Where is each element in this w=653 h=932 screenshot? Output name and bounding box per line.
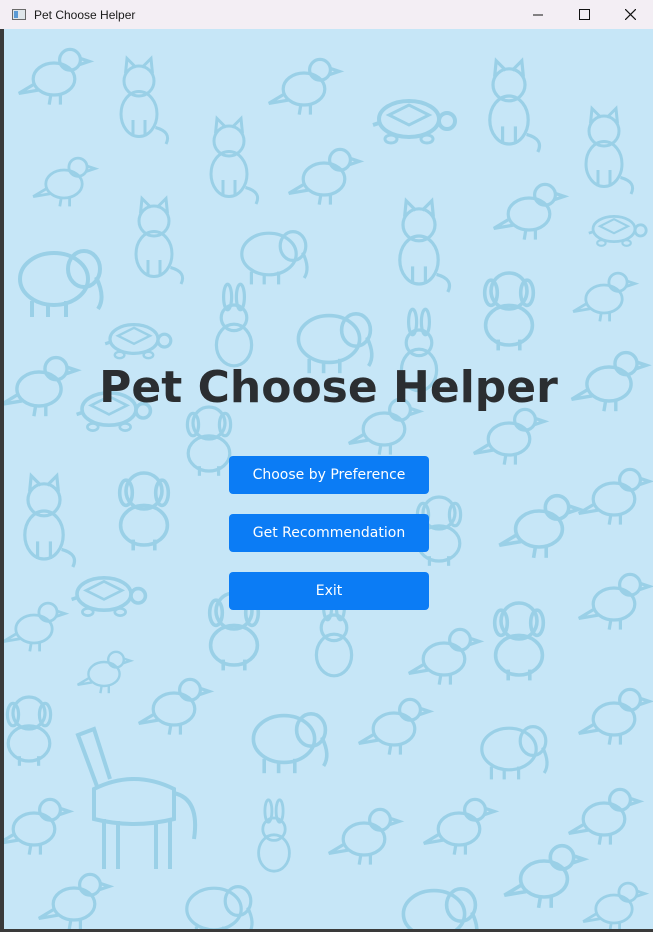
- maximize-button[interactable]: [561, 0, 607, 29]
- title-bar[interactable]: Pet Choose Helper: [0, 0, 653, 29]
- minimize-button[interactable]: [515, 0, 561, 29]
- choose-by-preference-button[interactable]: Choose by Preference: [229, 456, 429, 494]
- exit-button[interactable]: Exit: [229, 572, 429, 610]
- app-window: Pet Choose Helper Pet Choose Helper Choo…: [0, 0, 653, 932]
- get-recommendation-button[interactable]: Get Recommendation: [229, 514, 429, 552]
- maximize-icon: [578, 9, 590, 20]
- app-window-icon: [12, 9, 26, 20]
- window-controls: [515, 0, 653, 29]
- main-content: Pet Choose Helper Choose by Preference G…: [4, 29, 653, 929]
- window-title: Pet Choose Helper: [34, 7, 136, 22]
- minimize-icon: [533, 14, 543, 15]
- page-title: Pet Choose Helper: [99, 362, 558, 413]
- close-icon: [624, 9, 636, 20]
- close-button[interactable]: [607, 0, 653, 29]
